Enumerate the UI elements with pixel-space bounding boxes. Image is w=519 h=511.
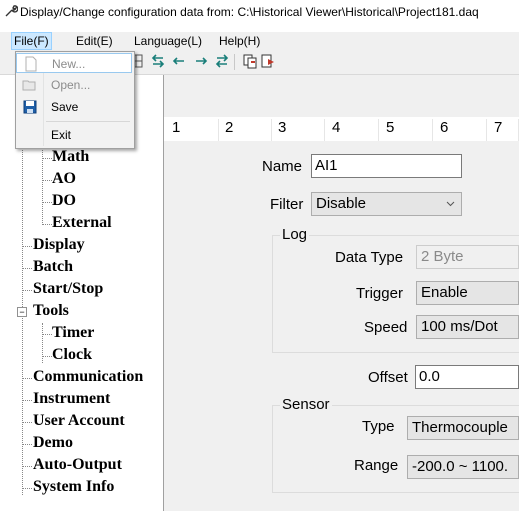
tree-connector [22,290,32,291]
trigger-label: Trigger [356,285,403,302]
tab-4[interactable]: 4 [326,119,379,141]
trigger-select[interactable]: Enable [416,281,519,305]
tree-connector [22,422,32,423]
menu-item-open[interactable]: Open... [16,75,132,95]
name-label: Name [262,158,303,175]
tree-item-external[interactable]: External [52,214,112,232]
tree-item-tools[interactable]: Tools [33,302,69,320]
tree-connector [22,246,32,247]
tree-item-ao[interactable]: AO [52,170,76,188]
sensor-group-title: Sensor [280,396,332,413]
move-right-icon[interactable] [193,53,209,69]
tree-connector [42,224,52,225]
speed-label: Speed [364,319,408,336]
paste-icon[interactable] [260,53,276,69]
data-type-select[interactable]: 2 Byte [416,245,519,269]
tab-1[interactable]: 1 [166,119,219,141]
tree-connector [42,180,52,181]
toolbar-separator [234,54,235,70]
tree-connector [22,466,32,467]
menu-item-exit[interactable]: Exit [16,125,132,145]
sensor-type-select[interactable]: Thermocouple [407,416,519,440]
sensor-range-select[interactable]: -200.0 ~ 1100. [407,455,519,479]
open-folder-icon [22,80,36,91]
tab-6[interactable]: 6 [434,119,487,141]
tree-item-display[interactable]: Display [33,236,85,254]
tab-strip-header [164,75,519,117]
move-left-icon[interactable] [171,53,187,69]
copy-icon[interactable] [242,53,258,69]
tab-5[interactable]: 5 [380,119,433,141]
speed-select[interactable]: 100 ms/Dot [416,315,519,339]
tree-item-math[interactable]: Math [52,148,89,166]
tree-item-clock[interactable]: Clock [52,346,92,364]
menu-item-save-label: Save [51,100,79,114]
wrench-app-icon [5,5,18,17]
tree-connector [22,378,32,379]
range-label: Range [354,457,399,474]
tree-item-demo[interactable]: Demo [33,434,73,452]
tree-item-user-account[interactable]: User Account [33,412,125,430]
tree-connector [42,323,43,363]
menu-item-new[interactable]: New... [16,53,132,73]
tree-connector [42,202,52,203]
tree-item-instrument[interactable]: Instrument [33,390,110,408]
filter-select-value: Disable [316,195,367,212]
type-label: Type [362,418,395,435]
tab-3[interactable]: 3 [272,119,325,141]
tab-7[interactable]: 7 [488,119,519,141]
tree-connector [42,158,52,159]
tree-item-do[interactable]: DO [52,192,76,210]
tree-item-communication[interactable]: Communication [33,368,143,386]
new-document-icon [25,56,37,72]
tree-connector [22,488,32,489]
chevron-down-icon [446,201,455,207]
filter-select[interactable]: Disable [311,192,462,216]
tools-collapse-icon[interactable]: − [17,307,27,317]
menu-item-exit-label: Exit [51,128,72,142]
tree-item-start-stop[interactable]: Start/Stop [33,280,103,298]
menu-language[interactable]: Language(L) [132,34,204,48]
move-first-icon[interactable] [150,53,166,69]
tree-item-auto-output[interactable]: Auto-Output [33,456,122,474]
filter-label: Filter [270,196,304,213]
tree-connector [42,356,52,357]
tree-connector [22,444,32,445]
data-type-label: Data Type [335,249,404,266]
window-title: Display/Change configuration data from: … [20,5,479,19]
offset-input[interactable]: 0.0 [415,365,519,389]
tree-item-system-info[interactable]: System Info [33,478,114,496]
tree-connector [22,400,32,401]
offset-label: Offset [368,369,408,386]
menu-item-new-label: New... [52,57,86,71]
name-input[interactable]: AI1 [311,154,462,178]
move-last-icon[interactable] [214,53,230,69]
menu-item-open-label: Open... [51,78,91,92]
menu-help[interactable]: Help(H) [217,34,262,48]
menu-bar: File(F) Edit(E) Language(L) Help(H) [0,32,519,50]
title-bar: Display/Change configuration data from: … [0,0,519,24]
menu-separator [46,121,130,122]
tree-connector [42,334,52,335]
menu-file[interactable]: File(F) [11,32,52,50]
menu-edit[interactable]: Edit(E) [74,34,115,48]
log-group-title: Log [280,226,310,243]
floppy-disk-icon [23,100,37,114]
file-menu-dropdown: New... Open... Save Exit [15,51,135,149]
tree-item-batch[interactable]: Batch [33,258,73,276]
tree-item-timer[interactable]: Timer [52,324,94,342]
menu-item-save[interactable]: Save [16,97,132,117]
tree-connector [22,268,32,269]
tab-2[interactable]: 2 [219,119,272,141]
